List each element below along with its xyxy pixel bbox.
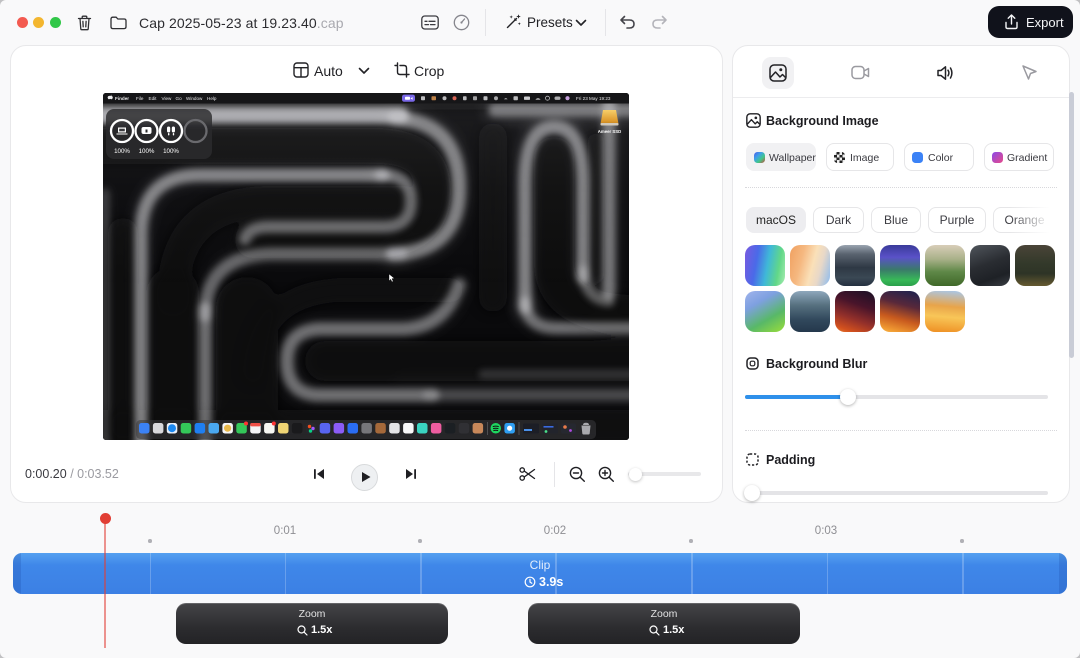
svg-text:100%: 100% (139, 148, 155, 155)
svg-text:Ameer SSD: Ameer SSD (598, 129, 621, 134)
svg-text:100%: 100% (114, 148, 130, 155)
svg-text:View: View (162, 96, 173, 101)
svg-text:Fri 23 May 19:23: Fri 23 May 19:23 (576, 96, 611, 101)
svg-text:Finder: Finder (115, 96, 129, 101)
svg-text:File: File (136, 96, 144, 101)
svg-text:Window: Window (186, 96, 203, 101)
svg-text:Edit: Edit (149, 96, 158, 101)
svg-text:100%: 100% (163, 148, 179, 155)
svg-text:Help: Help (207, 96, 217, 101)
svg-text:Go: Go (176, 96, 183, 101)
